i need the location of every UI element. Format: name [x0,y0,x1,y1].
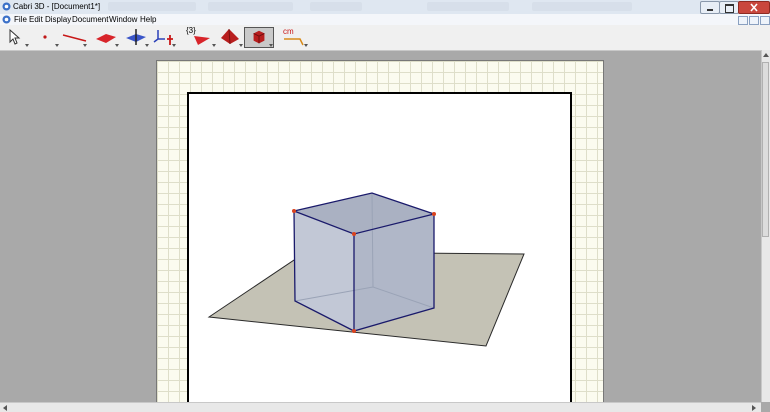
menu-help[interactable]: Help [140,15,156,24]
menu-edit[interactable]: Edit [29,15,43,24]
window-title: Cabri 3D - [Document1*] [13,2,101,11]
title-bar: Cabri 3D - [Document1*] [0,0,770,15]
measurement-tool[interactable]: cm [280,27,308,47]
polygon-tool[interactable]: {3} [186,26,216,47]
close-icon [750,3,758,12]
regular-polyhedron-tool[interactable] [244,27,274,48]
background-window-tab [427,2,509,11]
cabri-app-icon [2,2,11,11]
pointer-tool[interactable] [3,27,29,47]
menu-file[interactable]: File [14,15,27,24]
mdi-restore-button[interactable] [749,16,759,25]
toolbar: {3} cm [0,25,770,51]
mdi-close-button[interactable] [760,16,770,25]
cube-vertex[interactable] [352,329,356,333]
maximize-button[interactable] [719,1,739,14]
mdi-minimize-button[interactable] [738,16,748,25]
document-icon[interactable] [2,15,11,24]
transformation-tool[interactable] [150,27,176,47]
menu-display[interactable]: Display [45,15,71,24]
set-label: {3} [186,26,196,35]
scroll-up-icon[interactable] [763,53,769,57]
scroll-right-icon[interactable] [752,405,756,411]
perpendicular-tool[interactable] [123,27,149,47]
vertical-scroll-thumb[interactable] [762,62,769,237]
background-window-tab [310,2,362,11]
polyhedron-tool[interactable] [217,27,243,47]
cube-vertex[interactable] [432,212,436,216]
menu-window[interactable]: Window [109,15,137,24]
background-window-tab [108,2,196,11]
close-button[interactable] [738,1,770,14]
minimize-button[interactable] [700,1,720,14]
cube-vertex[interactable] [352,232,356,236]
background-window-tab [532,2,632,11]
scroll-left-icon[interactable] [3,405,7,411]
background-window-tab [208,2,293,11]
3d-scene[interactable] [156,60,604,412]
menu-document[interactable]: Document [72,15,108,24]
menu-bar: File Edit Display Document Window Help [0,14,770,25]
plane-tool[interactable] [93,27,119,47]
measure-label: cm [283,27,294,36]
horizontal-scrollbar[interactable] [0,402,761,412]
line-tool[interactable] [61,27,87,47]
cube-vertex[interactable] [292,209,296,213]
point-tool[interactable] [33,27,59,47]
